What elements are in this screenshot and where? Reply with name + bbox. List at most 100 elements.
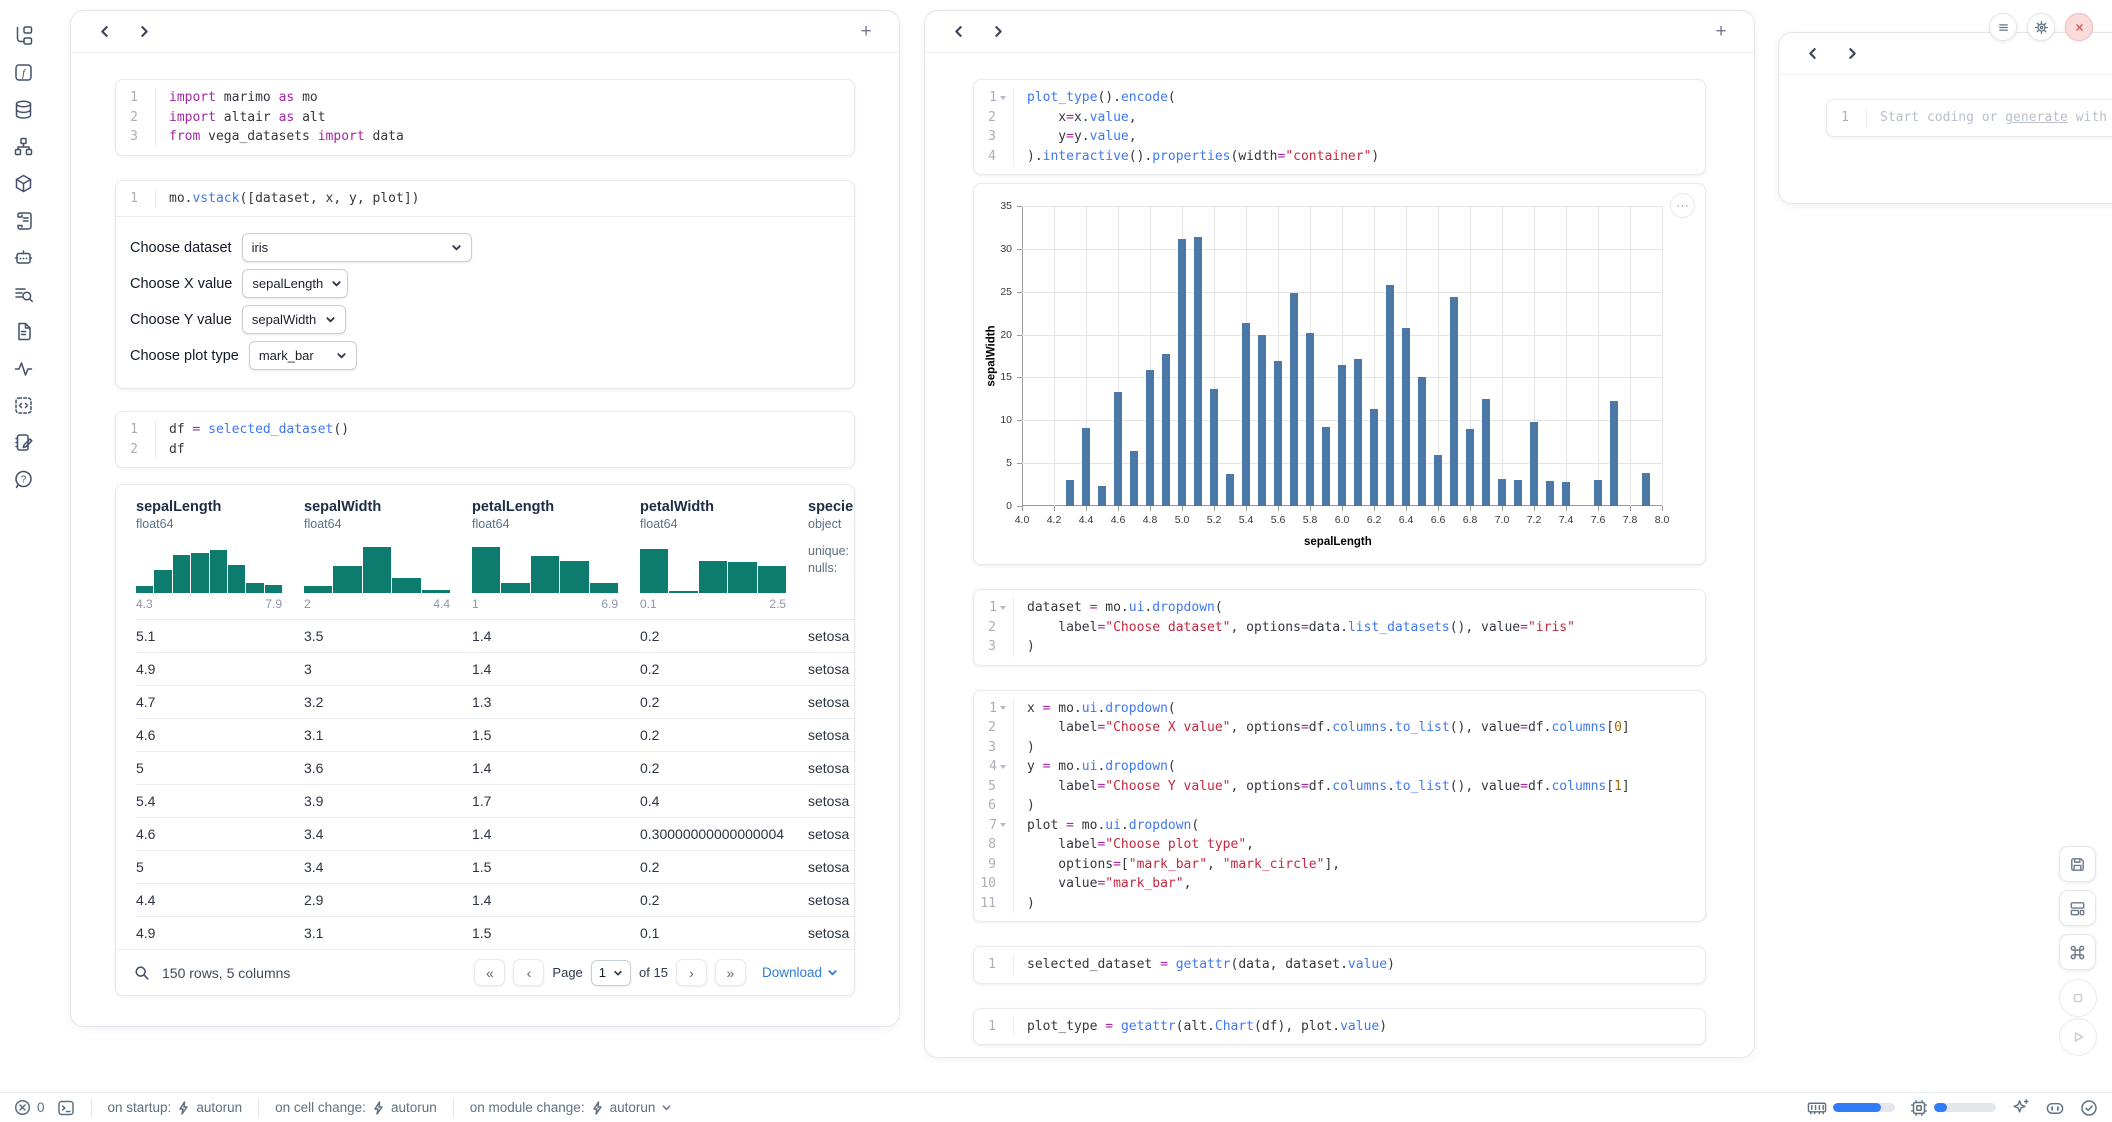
ai-assist-button[interactable] <box>2011 1098 2030 1117</box>
table-row[interactable]: 4.93.11.50.1setosa <box>136 916 854 949</box>
code-line[interactable]: 3from vega_datasets import data <box>116 127 854 147</box>
settings-gear-button[interactable] <box>2027 13 2055 41</box>
cell-imports[interactable]: 1import marimo as mo2import altair as al… <box>115 79 855 156</box>
page-select[interactable]: 1 <box>591 960 631 986</box>
fold-chevron-icon[interactable] <box>1000 706 1006 710</box>
scroll-right-button[interactable] <box>985 19 1011 45</box>
x-value-select[interactable]: sepalLength <box>242 269 348 298</box>
on-cell-change-setting[interactable]: on cell change: autorun <box>275 1100 437 1115</box>
table-row[interactable]: 4.63.11.50.2setosa <box>136 718 854 751</box>
code-line[interactable]: 3 y=y.value, <box>974 127 1705 147</box>
file-tree-icon[interactable] <box>12 24 34 46</box>
fold-chevron-icon[interactable] <box>1000 823 1006 827</box>
help-icon[interactable]: ? <box>12 468 34 490</box>
scroll-right-button[interactable] <box>1839 41 1865 67</box>
code-line[interactable]: 4).interactive().properties(width="conta… <box>974 147 1705 167</box>
dataset-select[interactable]: iris <box>242 233 472 262</box>
save-button[interactable] <box>2059 846 2096 882</box>
code-line[interactable]: 1import marimo as mo <box>116 88 854 108</box>
bar-chart[interactable]: 051015202530354.04.24.44.64.85.05.25.45.… <box>1022 206 1662 506</box>
close-button[interactable] <box>2065 13 2093 41</box>
code-line[interactable]: 2 label="Choose dataset", options=data.l… <box>974 618 1705 638</box>
cell-xy-plot-dropdowns[interactable]: 1x = mo.ui.dropdown(2 label="Choose X va… <box>973 690 1706 923</box>
table-row[interactable]: 4.42.91.40.2setosa <box>136 883 854 916</box>
cell-plot-type[interactable]: 1plot_type = getattr(alt.Chart(df), plot… <box>973 1008 1706 1046</box>
download-button[interactable]: Download <box>762 965 838 980</box>
terminal-button[interactable] <box>57 1099 75 1117</box>
code-line[interactable]: 3) <box>974 738 1705 758</box>
code-line[interactable]: 11) <box>974 894 1705 914</box>
scroll-right-button[interactable] <box>131 19 157 45</box>
table-row[interactable]: 5.43.91.70.4setosa <box>136 784 854 817</box>
command-palette-button[interactable] <box>2059 934 2096 970</box>
code-line[interactable]: 1mo.vstack([dataset, x, y, plot]) <box>116 189 854 209</box>
code-line[interactable]: 10 value="mark_bar", <box>974 874 1705 894</box>
code-line[interactable]: 9 options=["mark_bar", "mark_circle"], <box>974 855 1705 875</box>
list-search-icon[interactable] <box>12 283 34 305</box>
table-column-header[interactable]: sepalLengthfloat644.37.9 <box>136 499 304 611</box>
on-startup-setting[interactable]: on startup: autorun <box>108 1100 243 1115</box>
scroll-icon[interactable] <box>12 209 34 231</box>
fold-chevron-icon[interactable] <box>1000 765 1006 769</box>
scroll-left-button[interactable] <box>945 19 971 45</box>
code-line[interactable]: 1dataset = mo.ui.dropdown( <box>974 598 1705 618</box>
table-column-header[interactable]: sepalWidthfloat6424.4 <box>304 499 472 611</box>
code-line[interactable]: 1Start coding or generate with <box>1827 108 2112 128</box>
table-column-header[interactable]: petalLengthfloat6416.9 <box>472 499 640 611</box>
code-line[interactable]: 2 label="Choose X value", options=df.col… <box>974 718 1705 738</box>
hierarchy-icon[interactable] <box>12 135 34 157</box>
functions-icon[interactable]: f <box>12 61 34 83</box>
code-line[interactable]: 2 x=x.value, <box>974 108 1705 128</box>
code-line[interactable]: 8 label="Choose plot type", <box>974 835 1705 855</box>
table-row[interactable]: 53.41.50.2setosa <box>136 850 854 883</box>
code-line[interactable]: 3) <box>974 637 1705 657</box>
code-line[interactable]: 2import altair as alt <box>116 108 854 128</box>
chart-output[interactable]: 051015202530354.04.24.44.64.85.05.25.45.… <box>973 183 1706 565</box>
scroll-left-button[interactable] <box>91 19 117 45</box>
y-value-select[interactable]: sepalWidth <box>242 305 346 334</box>
menu-button[interactable] <box>1989 13 2017 41</box>
notebook-icon[interactable] <box>12 431 34 453</box>
layout-button[interactable] <box>2059 890 2096 926</box>
cell-df[interactable]: 1df = selected_dataset()2df <box>115 411 855 468</box>
cell-dataset-dropdown[interactable]: 1dataset = mo.ui.dropdown(2 label="Choos… <box>973 589 1706 666</box>
table-column-header[interactable]: petalWidthfloat640.12.5 <box>640 499 808 611</box>
last-page-button[interactable]: » <box>715 959 746 986</box>
code-line[interactable]: 1plot_type().encode( <box>974 88 1705 108</box>
plot-type-select[interactable]: mark_bar <box>249 341 357 370</box>
code-line[interactable]: 1x = mo.ui.dropdown( <box>974 699 1705 719</box>
code-line[interactable]: 4y = mo.ui.dropdown( <box>974 757 1705 777</box>
table-row[interactable]: 5.13.51.40.2setosa <box>136 619 854 652</box>
chatbot-icon[interactable] <box>12 246 34 268</box>
table-row[interactable]: 53.61.40.2setosa <box>136 751 854 784</box>
cell-plot[interactable]: 1plot_type().encode(2 x=x.value,3 y=y.va… <box>973 79 1706 175</box>
ram-usage[interactable] <box>1807 1099 1895 1117</box>
on-module-change-setting[interactable]: on module change: autorun <box>470 1100 673 1115</box>
code-line[interactable]: 5 label="Choose Y value", options=df.col… <box>974 777 1705 797</box>
code-line[interactable]: 1selected_dataset = getattr(data, datase… <box>974 955 1705 975</box>
table-column-header[interactable]: speciesobjectunique:nulls: <box>808 499 854 611</box>
connection-status-button[interactable] <box>2080 1099 2098 1117</box>
code-line[interactable]: 1df = selected_dataset() <box>116 420 854 440</box>
cpu-usage[interactable] <box>1910 1099 1996 1117</box>
chart-actions-button[interactable]: ⋯ <box>1670 193 1695 218</box>
error-indicator[interactable]: 0 <box>14 1099 45 1116</box>
table-row[interactable]: 4.931.40.2setosa <box>136 652 854 685</box>
cell-selected-dataset[interactable]: 1selected_dataset = getattr(data, datase… <box>973 946 1706 984</box>
code-line[interactable]: 2df <box>116 440 854 460</box>
copilot-button[interactable] <box>2045 1099 2065 1117</box>
stop-button[interactable] <box>2059 979 2097 1017</box>
package-icon[interactable] <box>12 172 34 194</box>
database-icon[interactable] <box>12 98 34 120</box>
fold-chevron-icon[interactable] <box>1000 606 1006 610</box>
search-icon[interactable] <box>134 965 150 981</box>
fold-chevron-icon[interactable] <box>1000 96 1006 100</box>
code-line[interactable]: 1plot_type = getattr(alt.Chart(df), plot… <box>974 1017 1705 1037</box>
cell-scratch[interactable]: 1Start coding or generate with <box>1826 99 2112 137</box>
scroll-left-button[interactable] <box>1799 41 1825 67</box>
code-line[interactable]: 7plot = mo.ui.dropdown( <box>974 816 1705 836</box>
prev-page-button[interactable]: ‹ <box>513 959 544 986</box>
table-row[interactable]: 4.63.41.40.30000000000000004setosa <box>136 817 854 850</box>
activity-icon[interactable] <box>12 357 34 379</box>
run-button[interactable] <box>2059 1018 2097 1056</box>
